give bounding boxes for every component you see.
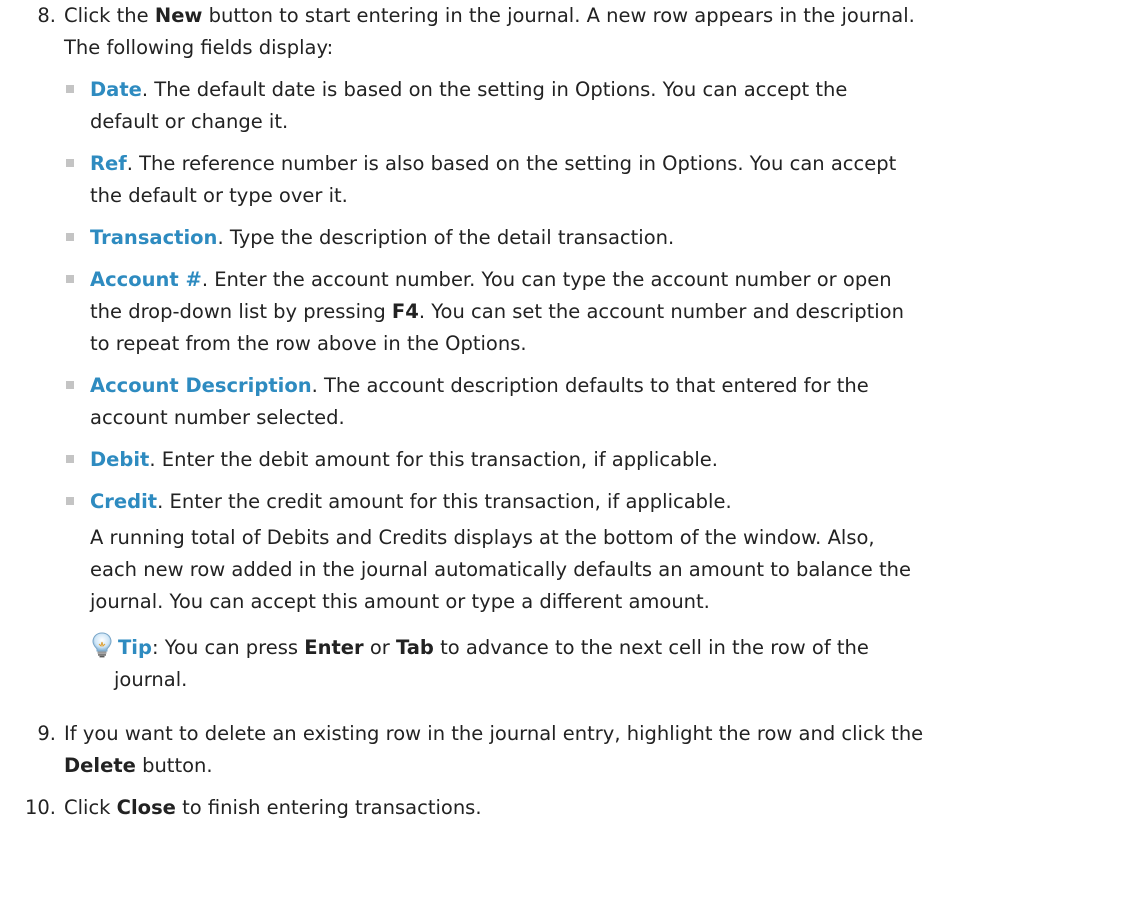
close-button-ref: Close [116, 796, 176, 819]
tip-text: to advance to the next cell in the row o… [433, 636, 869, 659]
tip-text: or [363, 636, 396, 659]
step-8: 8. Click the New button to start enterin… [0, 0, 1129, 64]
field-term: Account # [90, 268, 202, 291]
lightbulb-icon [92, 632, 112, 658]
field-desc: . Enter the debit amount for this transa… [149, 448, 719, 471]
list-item: Account #. Enter the account number. You… [50, 264, 1129, 360]
intro-text: Click the [64, 4, 155, 27]
field-desc: the default or type over it. [90, 184, 348, 207]
field-desc: . Enter the credit amount for this trans… [157, 490, 732, 513]
paragraph-line: A running total of Debits and Credits di… [90, 526, 875, 549]
intro-text: button to start entering in the journal.… [202, 4, 915, 27]
running-total-paragraph: A running total of Debits and Credits di… [90, 522, 1129, 618]
paragraph-line: journal. You can accept this amount or t… [90, 590, 710, 613]
list-item: Account Description. The account descrip… [50, 370, 1129, 434]
field-desc: . The reference number is also based on … [126, 152, 897, 175]
field-desc: . The default date is based on the setti… [141, 78, 848, 101]
step-text: Click [64, 796, 117, 819]
bullet-square-icon [66, 497, 74, 505]
list-item: Ref. The reference number is also based … [50, 148, 1129, 212]
field-desc: to repeat from the row above in the Opti… [90, 332, 527, 355]
step-text: If you want to delete an existing row in… [64, 722, 924, 745]
step-9: 9. If you want to delete an existing row… [0, 718, 1129, 782]
new-button-ref: New [154, 4, 203, 27]
field-desc: . You can set the account number and des… [418, 300, 904, 323]
step-8-intro: Click the New button to start entering i… [64, 0, 1121, 64]
bullet-square-icon [66, 233, 74, 241]
field-term: Account Description [90, 374, 312, 397]
bullet-square-icon [66, 381, 74, 389]
field-list: Date. The default date is based on the s… [0, 74, 1129, 518]
list-item: Transaction. Type the description of the… [50, 222, 1129, 254]
delete-button-ref: Delete [64, 754, 136, 777]
step-text: to finish entering transactions. [175, 796, 482, 819]
key-ref: Enter [304, 636, 364, 659]
step-number: 8. [37, 4, 56, 27]
step-text: button. [135, 754, 213, 777]
field-term: Ref [90, 152, 127, 175]
tip-text: journal. [114, 668, 188, 691]
paragraph-line: each new row added in the journal automa… [90, 558, 911, 581]
field-term: Date [90, 78, 142, 101]
field-desc: default or change it. [90, 110, 289, 133]
tip-note: Tip: You can press Enter or Tab to advan… [90, 632, 1129, 696]
intro-text: The following fields display: [64, 36, 334, 59]
field-desc: the drop-down list by pressing [90, 300, 392, 323]
document-page: 8. Click the New button to start enterin… [0, 0, 1129, 907]
field-term: Credit [90, 490, 158, 513]
field-desc: . The account description defaults to th… [311, 374, 869, 397]
step-number: 10. [24, 796, 56, 819]
field-desc: account number selected. [90, 406, 345, 429]
bullet-square-icon [66, 159, 74, 167]
bullet-square-icon [66, 85, 74, 93]
step-number: 9. [37, 722, 56, 745]
step-10: 10. Click Close to finish entering trans… [0, 792, 1129, 824]
bullet-square-icon [66, 275, 74, 283]
bullet-square-icon [66, 455, 74, 463]
field-term: Transaction [90, 226, 218, 249]
field-desc: . Type the description of the detail tra… [217, 226, 675, 249]
tip-label: Tip [118, 636, 152, 659]
list-item: Debit. Enter the debit amount for this t… [50, 444, 1129, 476]
key-ref: Tab [395, 636, 434, 659]
key-ref: F4 [391, 300, 419, 323]
field-term: Debit [90, 448, 150, 471]
field-desc: . Enter the account number. You can type… [201, 268, 892, 291]
list-item: Date. The default date is based on the s… [50, 74, 1129, 138]
tip-text: : You can press [151, 636, 305, 659]
list-item: Credit. Enter the credit amount for this… [50, 486, 1129, 518]
